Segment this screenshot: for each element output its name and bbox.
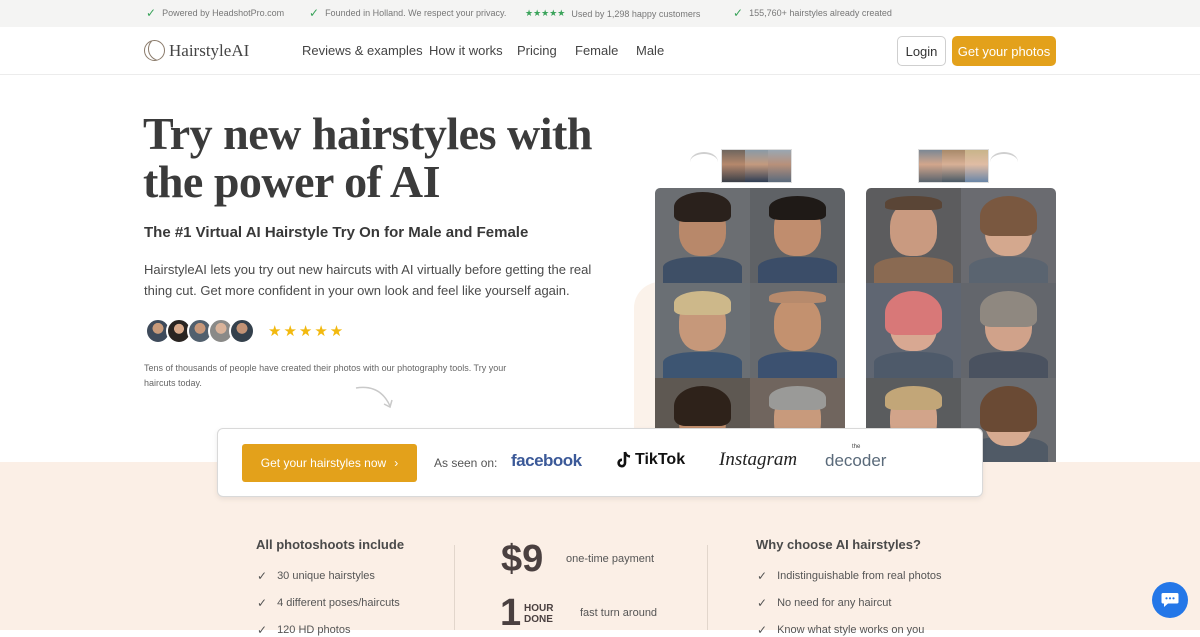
tiktok-icon (617, 451, 631, 468)
social-proof-note: Tens of thousands of people have created… (144, 363, 507, 388)
hairstyle-photo (961, 188, 1056, 283)
logo[interactable]: HairstyleAI (144, 40, 249, 61)
main-nav: HairstyleAI Reviews & examples How it wo… (0, 27, 1200, 75)
turnaround-unit-hour: HOUR (524, 603, 554, 614)
arrow-icon (355, 386, 393, 409)
turnaround-number: 1 (500, 592, 522, 634)
avatar (229, 318, 255, 344)
arrow-icon (690, 152, 718, 172)
male-hairstyle-grid (655, 188, 845, 463)
tiktok-logo: TikTok (616, 451, 685, 469)
nav-female[interactable]: Female (575, 43, 618, 58)
thumbnail (768, 150, 791, 182)
trust-bar: ✓ Powered by HeadshotPro.com ✓ Founded i… (0, 0, 1200, 27)
list-item: ✓ 4 different poses/haircuts (257, 596, 400, 610)
logo-text: HairstyleAI (169, 40, 250, 60)
check-icon: ✓ (757, 623, 768, 637)
list-item: ✓ No need for any haircut (757, 596, 891, 610)
turnaround-label: fast turn around (580, 607, 658, 619)
hero-subtitle: The #1 Virtual AI Hairstyle Try On for M… (144, 224, 529, 241)
login-button[interactable]: Login (897, 36, 946, 66)
list-item-text: Know what style works on you (777, 624, 925, 636)
instagram-logo: Instagram (719, 449, 798, 470)
check-icon: ✓ (733, 6, 744, 20)
list-item-text: Indistinguishable from real photos (777, 570, 942, 582)
price-label: one-time payment (566, 553, 655, 565)
rating-stars: ★★★★★ (525, 8, 566, 18)
trust-item: ✓ Powered by HeadshotPro.com (146, 6, 285, 20)
facebook-logo: facebook (511, 451, 582, 470)
divider (707, 545, 708, 630)
decoder-text: decoder (825, 451, 887, 470)
logo-icon (144, 40, 165, 61)
check-icon: ✓ (757, 596, 768, 610)
check-icon: ✓ (257, 596, 268, 610)
as-seen-on-label: As seen on: (434, 456, 498, 470)
list-item-text: No need for any haircut (777, 597, 892, 609)
check-icon: ✓ (757, 569, 768, 583)
cta-bar: Get your hairstyles now › As seen on: fa… (217, 428, 983, 497)
list-item-text: 4 different poses/haircuts (277, 597, 400, 609)
get-photos-button[interactable]: Get your photos (952, 36, 1056, 66)
trust-item: ✓ Founded in Holland. We respect your pr… (309, 6, 507, 20)
check-icon: ✓ (257, 569, 268, 583)
check-icon: ✓ (309, 6, 320, 20)
hairstyle-photo (655, 188, 750, 283)
decoder-logo: the decoder (825, 444, 887, 471)
customer-avatars (145, 318, 255, 344)
list-item-text: 30 unique hairstyles (277, 570, 375, 582)
hairstyle-photo (655, 283, 750, 378)
chevron-right-icon: › (394, 456, 399, 470)
turnaround-unit-done: DONE (524, 614, 553, 625)
arrow-icon (990, 152, 1018, 172)
chat-button[interactable] (1152, 582, 1188, 618)
trust-text: Used by 1,298 happy customers (571, 8, 701, 19)
check-icon: ✓ (257, 623, 268, 637)
why-title: Why choose AI hairstyles? (756, 537, 921, 552)
thumbnail (722, 150, 745, 182)
nav-reviews[interactable]: Reviews & examples (302, 43, 423, 58)
list-item: ✓ 30 unique hairstyles (257, 569, 375, 583)
cta-label: Get your hairstyles now (260, 456, 387, 470)
thumbnail (919, 150, 942, 182)
nav-how-it-works[interactable]: How it works (429, 43, 503, 58)
list-item: ✓ Know what style works on you (757, 623, 924, 637)
thumbnail (942, 150, 965, 182)
includes-title: All photoshoots include (256, 537, 405, 552)
hairstyle-photo (750, 188, 845, 283)
thumbnail (965, 150, 988, 182)
trust-text: Founded in Holland. We respect your priv… (325, 8, 507, 18)
nav-pricing[interactable]: Pricing (517, 43, 557, 58)
list-item: ✓ 120 HD photos (257, 623, 350, 637)
decoder-prefix: the (852, 444, 861, 450)
hairstyle-photo (961, 283, 1056, 378)
female-hairstyle-grid (866, 188, 1056, 463)
hero-title: Try new hairstyles with the power of AI (143, 108, 592, 207)
trust-text: Powered by HeadshotPro.com (162, 8, 285, 18)
list-item: ✓ Indistinguishable from real photos (757, 569, 942, 583)
trust-item: ★★★★★ Used by 1,298 happy customers (525, 8, 700, 19)
trust-item: ✓ 155,760+ hairstyles already created (733, 6, 892, 20)
hairstyle-photo (866, 283, 961, 378)
nav-male[interactable]: Male (636, 43, 664, 58)
hairstyle-photo (866, 188, 961, 283)
tiktok-text: TikTok (635, 451, 686, 468)
get-hairstyles-button[interactable]: Get your hairstyles now › (242, 444, 417, 482)
list-item-text: 120 HD photos (277, 624, 351, 636)
male-input-thumbnails (721, 149, 792, 183)
trust-text: 155,760+ hairstyles already created (749, 8, 892, 18)
rating-stars: ★★★★★ (268, 323, 346, 340)
thumbnail (745, 150, 768, 182)
hairstyle-photo (750, 283, 845, 378)
hero-description: HairstyleAI lets you try out new haircut… (144, 262, 592, 298)
check-icon: ✓ (146, 6, 157, 20)
chat-icon (1161, 593, 1179, 607)
divider (454, 545, 455, 630)
female-input-thumbnails (918, 149, 989, 183)
turnaround-unit: HOUR DONE (524, 603, 553, 625)
price: $9 (501, 538, 544, 580)
